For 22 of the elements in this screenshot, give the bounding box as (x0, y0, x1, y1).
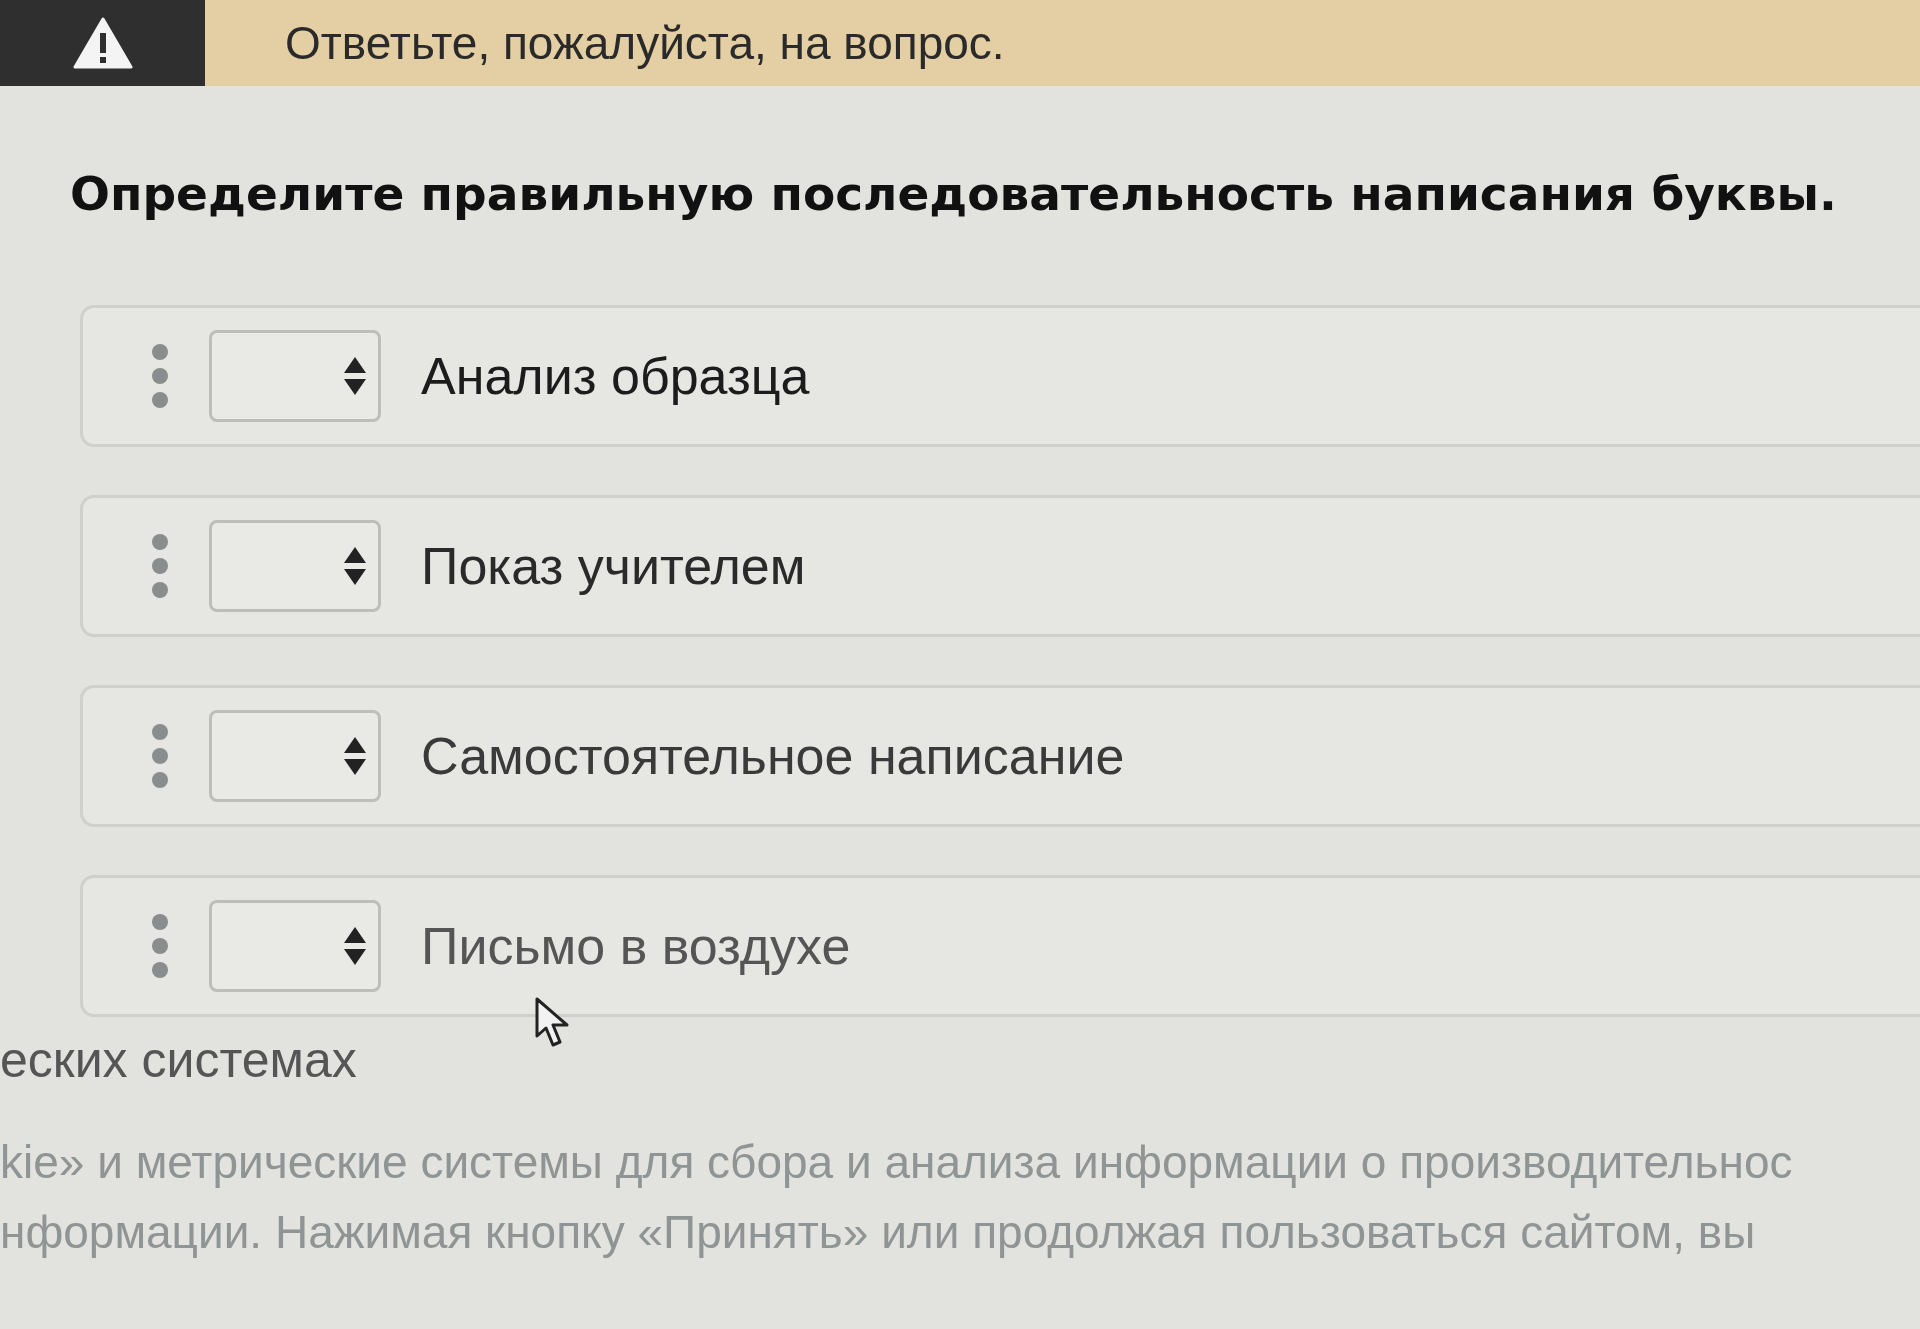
drag-handle-icon[interactable] (151, 533, 169, 599)
drag-handle-icon[interactable] (151, 913, 169, 979)
warning-icon (72, 17, 133, 69)
alert-message: Ответьте, пожалуйста, на вопрос. (285, 16, 1005, 70)
notice-text: нформации. Нажимая кнопку «Принять» или продолжая пользоваться сайтом, вы (0, 1205, 1757, 1259)
sort-arrows-icon (344, 547, 366, 585)
answer-label: Самостоятельное написание (421, 726, 1125, 786)
sort-arrows-icon (344, 927, 366, 965)
sort-arrows-icon (344, 357, 366, 395)
answer-label: Письмо в воздухе (421, 916, 851, 976)
order-select[interactable] (209, 710, 381, 802)
order-select[interactable] (209, 330, 381, 422)
question-text: Определите правильную последовательность написания буквы. (70, 166, 1838, 221)
answer-label: Показ учителем (421, 536, 806, 596)
sort-arrows-icon (344, 737, 366, 775)
answer-label: Анализ образца (421, 346, 810, 406)
order-select[interactable] (209, 520, 381, 612)
notice-text: kie» и метрические системы для сбора и анализа информации о производительнос (0, 1135, 1794, 1189)
notice-heading: еских системах (0, 1031, 358, 1089)
drag-handle-icon[interactable] (151, 343, 169, 409)
order-select[interactable] (209, 900, 381, 992)
drag-handle-icon[interactable] (151, 723, 169, 789)
